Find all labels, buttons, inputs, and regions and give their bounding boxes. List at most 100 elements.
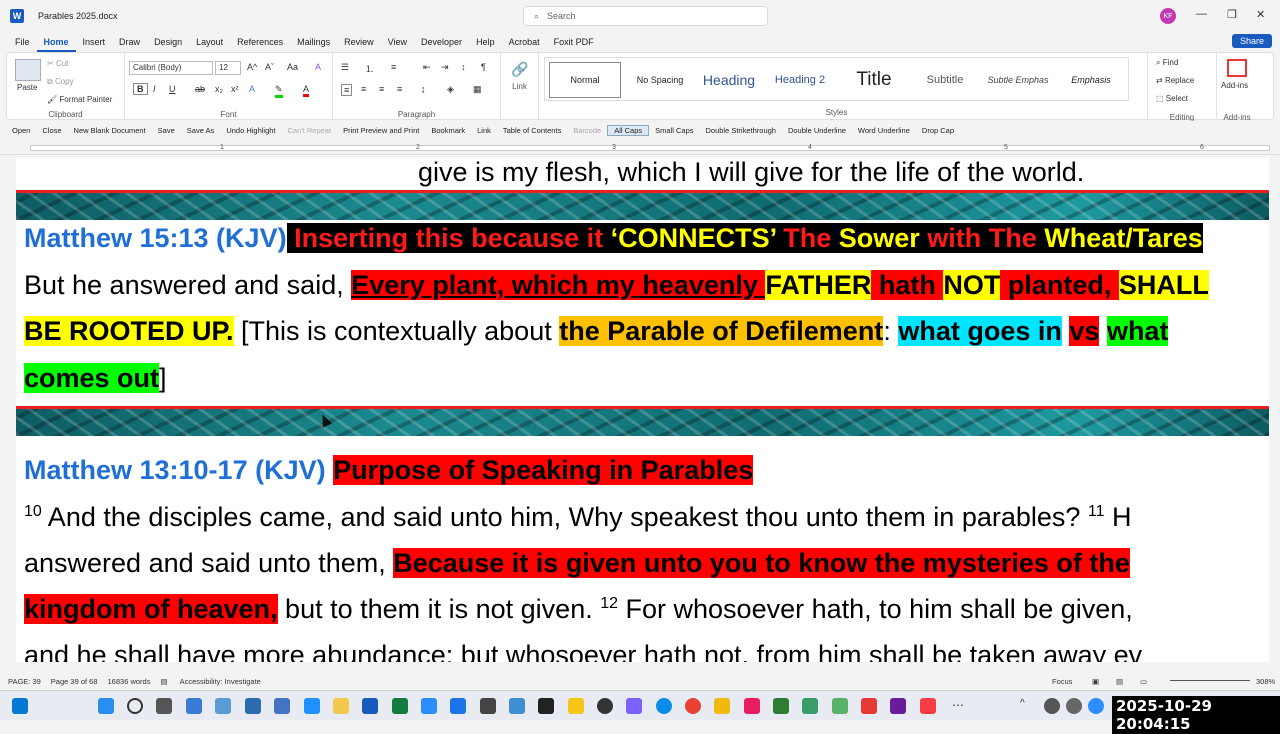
- tab-draw[interactable]: Draw: [112, 32, 147, 52]
- app-icon[interactable]: [832, 698, 848, 714]
- app-icon[interactable]: [802, 698, 818, 714]
- addins-icon[interactable]: [1227, 59, 1247, 77]
- tab-mailings[interactable]: Mailings: [290, 32, 337, 52]
- shrink-font-icon[interactable]: Aˇ: [265, 62, 274, 72]
- app-icon[interactable]: [861, 698, 877, 714]
- app-icon[interactable]: [597, 698, 613, 714]
- underline-icon[interactable]: U: [169, 84, 176, 94]
- tab-view[interactable]: View: [381, 32, 414, 52]
- avatar[interactable]: KF: [1160, 8, 1176, 24]
- qat-save-as[interactable]: Save As: [181, 126, 221, 135]
- proofing-icon[interactable]: ▤: [160, 677, 167, 686]
- zoom-icon[interactable]: [421, 698, 437, 714]
- highlight-icon[interactable]: ✎: [275, 84, 283, 98]
- app-icon[interactable]: [304, 698, 320, 714]
- style-normal[interactable]: Normal: [549, 62, 621, 98]
- maximize-icon[interactable]: ❐: [1227, 8, 1237, 21]
- qat-close[interactable]: Close: [36, 126, 67, 135]
- print-layout-icon[interactable]: ▤: [1116, 677, 1123, 686]
- qat-barcode[interactable]: Barcode: [567, 126, 607, 135]
- strikethrough-icon[interactable]: ab: [195, 84, 205, 94]
- web-layout-icon[interactable]: ▭: [1140, 677, 1147, 686]
- bullets-icon[interactable]: ☰: [341, 62, 349, 73]
- search-taskbar-icon[interactable]: [127, 698, 143, 714]
- font-name-select[interactable]: Calibri (Body): [129, 61, 213, 75]
- app-icon[interactable]: [714, 698, 730, 714]
- tab-review[interactable]: Review: [337, 32, 381, 52]
- tab-acrobat[interactable]: Acrobat: [502, 32, 547, 52]
- style-title[interactable]: Title: [837, 62, 911, 98]
- qat-drop-cap[interactable]: Drop Cap: [916, 126, 960, 135]
- tab-file[interactable]: File: [8, 32, 37, 52]
- music-icon[interactable]: [920, 698, 936, 714]
- app-icon[interactable]: [538, 698, 554, 714]
- zoom-slider[interactable]: [1170, 680, 1250, 681]
- ruler[interactable]: 1 2 3 4 5 6: [0, 141, 1280, 155]
- tab-layout[interactable]: Layout: [189, 32, 230, 52]
- qat-new-blank-document[interactable]: New Blank Document: [68, 126, 152, 135]
- change-case-icon[interactable]: Aa: [287, 62, 298, 72]
- clear-format-icon[interactable]: A: [315, 62, 321, 72]
- tray-icon[interactable]: [1066, 698, 1082, 714]
- show-marks-icon[interactable]: ¶: [481, 62, 486, 72]
- focus-button[interactable]: Focus: [1052, 677, 1072, 686]
- qat-all-caps[interactable]: All Caps: [607, 124, 650, 136]
- addins-button[interactable]: Add-ins: [1221, 81, 1248, 90]
- copy-button[interactable]: ⧉ Copy: [47, 77, 74, 87]
- find-button[interactable]: ⌕ Find: [1156, 58, 1178, 68]
- word-count[interactable]: 16836 words: [108, 677, 151, 686]
- align-left-icon[interactable]: ≡: [341, 84, 353, 96]
- font-color-icon[interactable]: A: [303, 84, 310, 97]
- qat-word-underline[interactable]: Word Underline: [852, 126, 916, 135]
- tab-foxit-pdf[interactable]: Foxit PDF: [547, 32, 601, 52]
- app-icon[interactable]: [245, 698, 261, 714]
- decrease-indent-icon[interactable]: ⇤: [423, 62, 431, 73]
- align-center-icon[interactable]: ≡: [361, 84, 366, 94]
- sort-icon[interactable]: ↕: [461, 62, 466, 72]
- tray-icon[interactable]: [1088, 698, 1104, 714]
- tab-references[interactable]: References: [230, 32, 290, 52]
- minimize-icon[interactable]: —: [1196, 8, 1207, 20]
- close-icon[interactable]: ✕: [1256, 8, 1265, 21]
- grow-font-icon[interactable]: A^: [247, 62, 257, 72]
- qat-undo-highlight[interactable]: Undo Highlight: [220, 126, 281, 135]
- qat-table-of-contents[interactable]: Table of Contents: [497, 126, 567, 135]
- qat-double-underline[interactable]: Double Underline: [782, 126, 852, 135]
- file-explorer-icon[interactable]: [333, 698, 349, 714]
- document-page[interactable]: give is my flesh, which I will give for …: [16, 157, 1269, 662]
- read-mode-icon[interactable]: ▣: [1092, 677, 1099, 686]
- tab-help[interactable]: Help: [469, 32, 502, 52]
- app-icon[interactable]: [215, 698, 231, 714]
- align-right-icon[interactable]: ≡: [379, 84, 384, 94]
- more-icon[interactable]: ⋯: [952, 698, 968, 714]
- page-count[interactable]: Page 39 of 68: [51, 677, 98, 686]
- subscript-icon[interactable]: x₂: [215, 84, 223, 94]
- app-icon[interactable]: [890, 698, 906, 714]
- replace-button[interactable]: ⇄ Replace: [1156, 76, 1194, 85]
- app-icon[interactable]: [450, 698, 466, 714]
- app-icon[interactable]: [480, 698, 496, 714]
- windows-icon[interactable]: [98, 698, 114, 714]
- style-heading[interactable]: Heading: [695, 62, 763, 98]
- style-heading-2[interactable]: Heading 2: [765, 62, 835, 98]
- multilevel-icon[interactable]: ≡: [391, 62, 396, 72]
- format-painter-button[interactable]: 🖌 Format Painter: [47, 95, 112, 104]
- app-icon[interactable]: [568, 698, 584, 714]
- tab-insert[interactable]: Insert: [76, 32, 113, 52]
- link-icon[interactable]: 🔗: [511, 61, 528, 78]
- style-subtle-emphas[interactable]: Subtle Emphas: [979, 62, 1057, 98]
- tray-icon[interactable]: [1044, 698, 1060, 714]
- app-icon[interactable]: [274, 698, 290, 714]
- italic-icon[interactable]: I: [153, 84, 156, 94]
- qat-small-caps[interactable]: Small Caps: [649, 126, 699, 135]
- superscript-icon[interactable]: x²: [231, 84, 239, 94]
- qat-bookmark[interactable]: Bookmark: [425, 126, 471, 135]
- app-icon[interactable]: [186, 698, 202, 714]
- qat-link[interactable]: Link: [471, 126, 497, 135]
- shading-icon[interactable]: ◈: [447, 84, 454, 95]
- document-title[interactable]: Parables 2025.docx: [38, 11, 118, 21]
- accessibility-status[interactable]: Accessibility: Investigate: [180, 677, 261, 686]
- numbering-icon[interactable]: ⒈: [365, 62, 374, 75]
- tab-developer[interactable]: Developer: [414, 32, 469, 52]
- start-icon[interactable]: [12, 698, 28, 714]
